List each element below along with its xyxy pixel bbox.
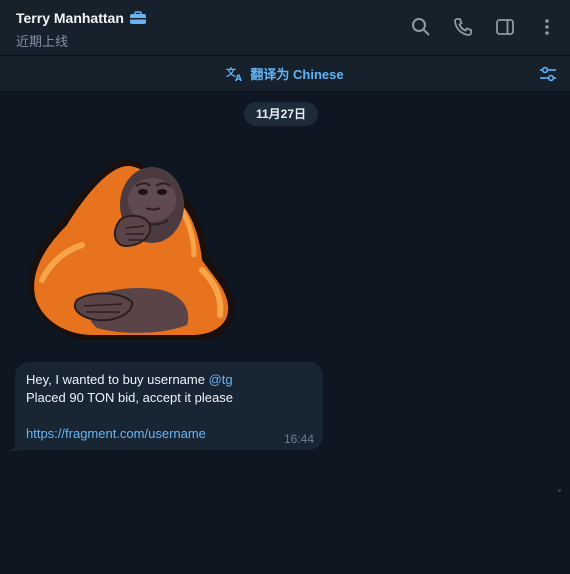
sidebar-icon[interactable] [494, 16, 516, 38]
svg-text:A: A [235, 74, 242, 82]
settings-sliders-icon[interactable] [538, 64, 558, 84]
translate-icon: 文 A [226, 66, 242, 82]
more-icon[interactable] [536, 16, 558, 38]
header-actions [410, 16, 558, 38]
message-time: 16:44 [283, 432, 314, 446]
phone-icon[interactable] [452, 16, 474, 38]
contact-name-text: Terry Manhattan [16, 10, 124, 26]
contact-name[interactable]: Terry Manhattan [16, 10, 147, 26]
message-line-2: Placed 90 TON bid, accept it please [26, 390, 233, 405]
chat-area[interactable]: 11月27日 Hey, I wanted to buy username @tg… [0, 92, 570, 574]
chat-header: Terry Manhattan 近期上线 [0, 0, 570, 56]
message-url-link[interactable]: https://fragment.com/username [26, 426, 206, 441]
message-bubble[interactable]: Hey, I wanted to buy username @tg Placed… [15, 362, 323, 450]
mention-link[interactable]: @tg [209, 372, 233, 387]
scroll-indicator [558, 489, 561, 492]
message-line-1: Hey, I wanted to buy username @tg [26, 372, 233, 387]
date-separator: 11月27日 [244, 102, 319, 126]
contact-status: 近期上线 [16, 34, 69, 49]
translate-bar[interactable]: 文 A 翻译为 Chinese [0, 56, 570, 92]
search-icon[interactable] [410, 16, 432, 38]
translate-button[interactable]: 文 A 翻译为 Chinese [0, 64, 570, 83]
message-text: Hey, I wanted to buy username [26, 372, 209, 387]
orangutan-sticker[interactable] [22, 150, 242, 350]
translate-label: 翻译为 Chinese [250, 67, 344, 82]
business-briefcase-icon [129, 11, 146, 24]
